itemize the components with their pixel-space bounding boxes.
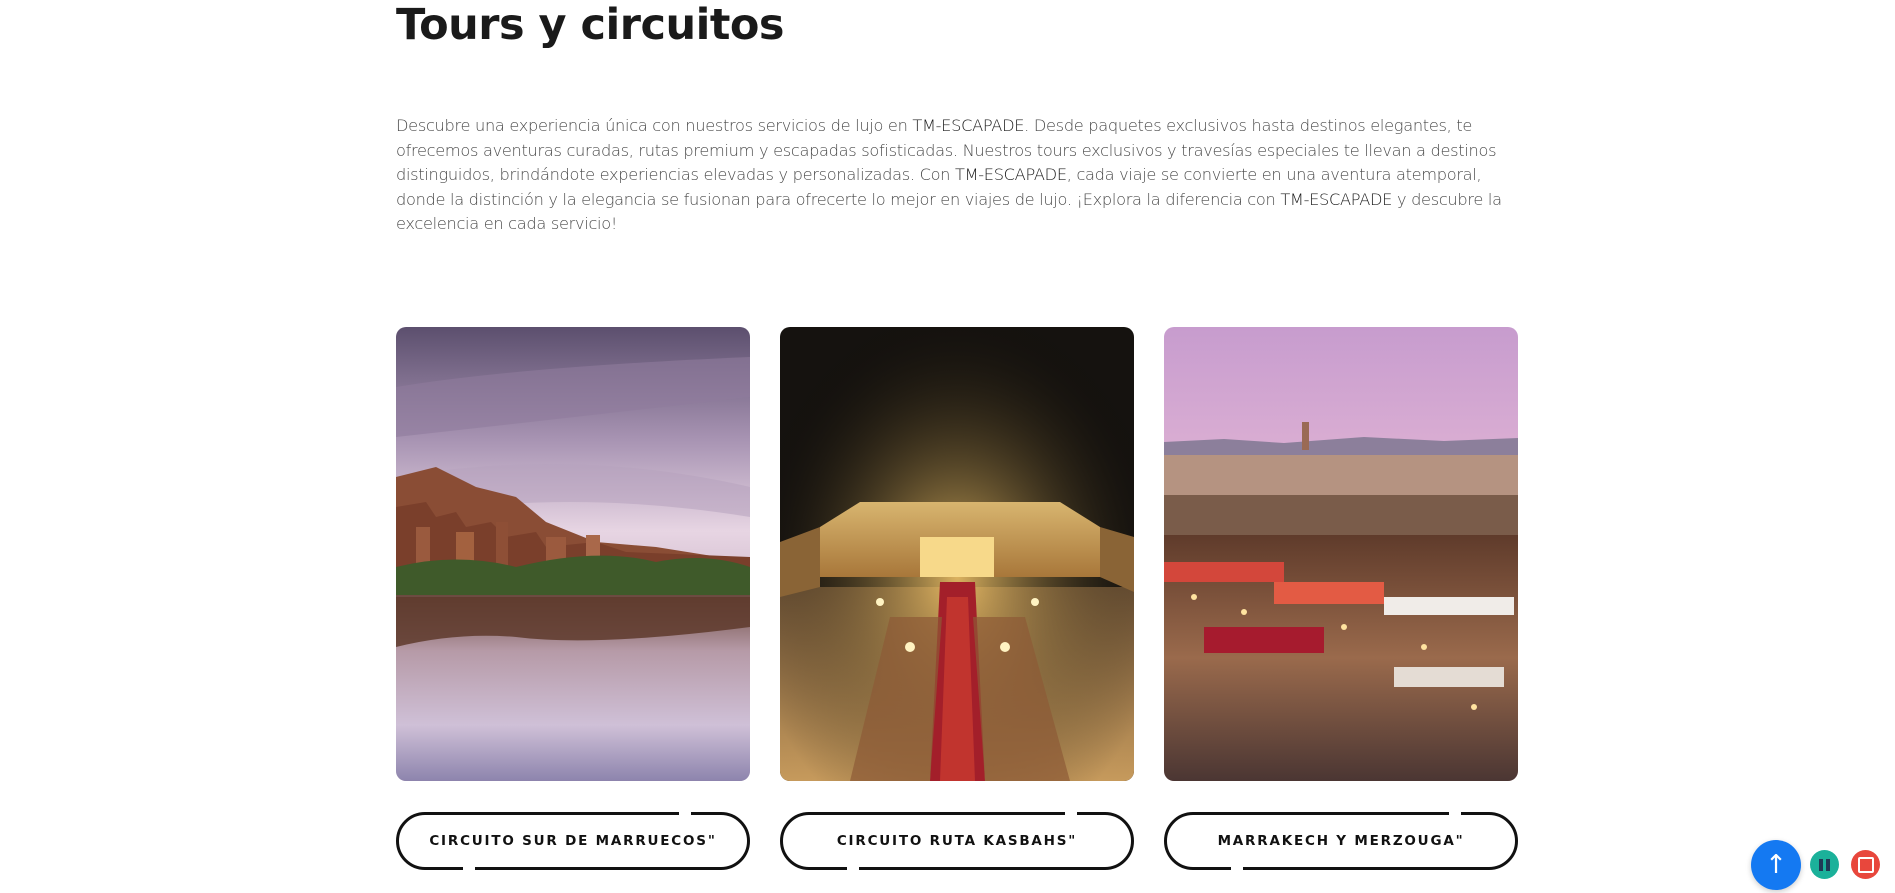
- brand-name: TM-ESCAPADE: [954, 165, 1067, 184]
- button-gap: [679, 811, 691, 816]
- brand-name: TM-ESCAPADE: [912, 116, 1025, 135]
- tour-image-desert-camp[interactable]: [780, 327, 1134, 781]
- page-title: Tours y circuitos: [396, 0, 785, 50]
- stop-icon: [1857, 856, 1874, 873]
- button-gap: [1065, 811, 1077, 816]
- tour-image-marrakech[interactable]: [1164, 327, 1518, 781]
- tour-button-ruta-kasbahs[interactable]: CIRCUITO RUTA KASBAHS": [780, 811, 1134, 871]
- button-gap: [1231, 866, 1243, 871]
- intro-text-1: Descubre una experiencia única con nuest…: [396, 116, 913, 135]
- button-gap: [463, 866, 475, 871]
- back-to-top-button[interactable]: ↑: [1751, 840, 1801, 890]
- tour-image-kasbah[interactable]: [396, 327, 750, 781]
- tour-card: CIRCUITO SUR DE MARRUECOS": [396, 327, 750, 871]
- tour-card: CIRCUITO RUTA KASBAHS": [780, 327, 1134, 871]
- button-gap: [847, 866, 859, 871]
- pause-icon: [1819, 858, 1830, 871]
- tour-button-marrakech-merzouga[interactable]: MARRAKECH Y MERZOUGA": [1164, 811, 1518, 871]
- tour-button-label: CIRCUITO SUR DE MARRUECOS": [429, 833, 717, 849]
- stop-button[interactable]: [1851, 850, 1880, 879]
- tour-button-label: MARRAKECH Y MERZOUGA": [1217, 833, 1465, 849]
- arrow-up-icon: ↑: [1765, 850, 1787, 880]
- tour-button-sur-marruecos[interactable]: CIRCUITO SUR DE MARRUECOS": [396, 811, 750, 871]
- tour-card: MARRAKECH Y MERZOUGA": [1164, 327, 1518, 871]
- intro-paragraph: Descubre una experiencia única con nuest…: [396, 114, 1526, 237]
- brand-name: TM-ESCAPADE: [1280, 189, 1393, 209]
- tour-button-label: CIRCUITO RUTA KASBAHS": [836, 833, 1078, 849]
- button-gap: [1449, 811, 1461, 816]
- pause-button[interactable]: [1810, 850, 1839, 879]
